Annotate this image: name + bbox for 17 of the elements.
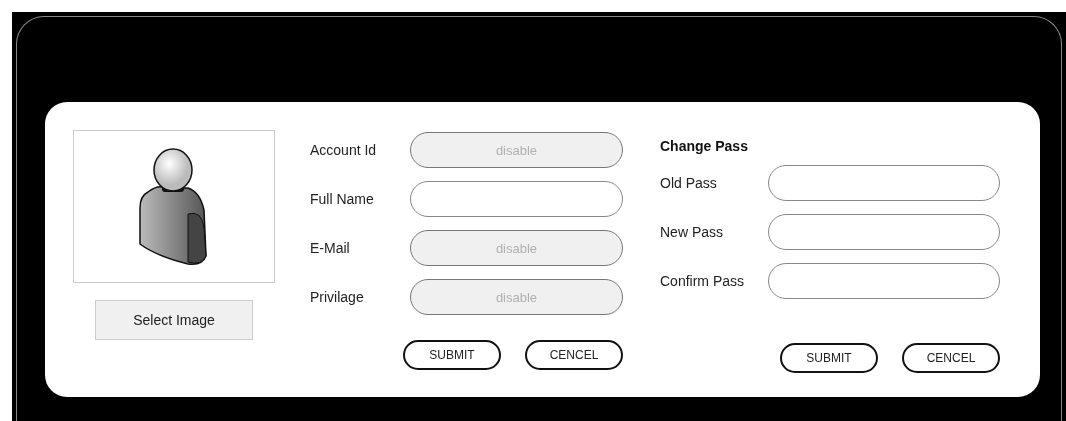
cancel-button[interactable]: CENCEL — [902, 343, 1000, 373]
submit-button[interactable]: SUBMIT — [780, 343, 878, 373]
field-label: New Pass — [660, 222, 725, 242]
select-image-button[interactable]: Select Image — [95, 300, 253, 340]
cancel-button[interactable]: CENCEL — [525, 340, 623, 370]
field-label: Account Id — [310, 140, 378, 160]
input-field[interactable] — [768, 263, 1000, 299]
field-label: Confirm Pass — [660, 271, 746, 291]
field-label: Full Name — [310, 189, 375, 209]
field-label: Old Pass — [660, 173, 718, 193]
field-label: E-Mail — [310, 238, 351, 258]
input-field[interactable] — [768, 214, 1000, 250]
section-title: Change Pass — [660, 137, 749, 156]
input-field[interactable] — [410, 181, 623, 217]
field-label: Privilage — [310, 287, 365, 307]
input-field[interactable] — [768, 165, 1000, 201]
submit-button[interactable]: SUBMIT — [403, 340, 501, 370]
